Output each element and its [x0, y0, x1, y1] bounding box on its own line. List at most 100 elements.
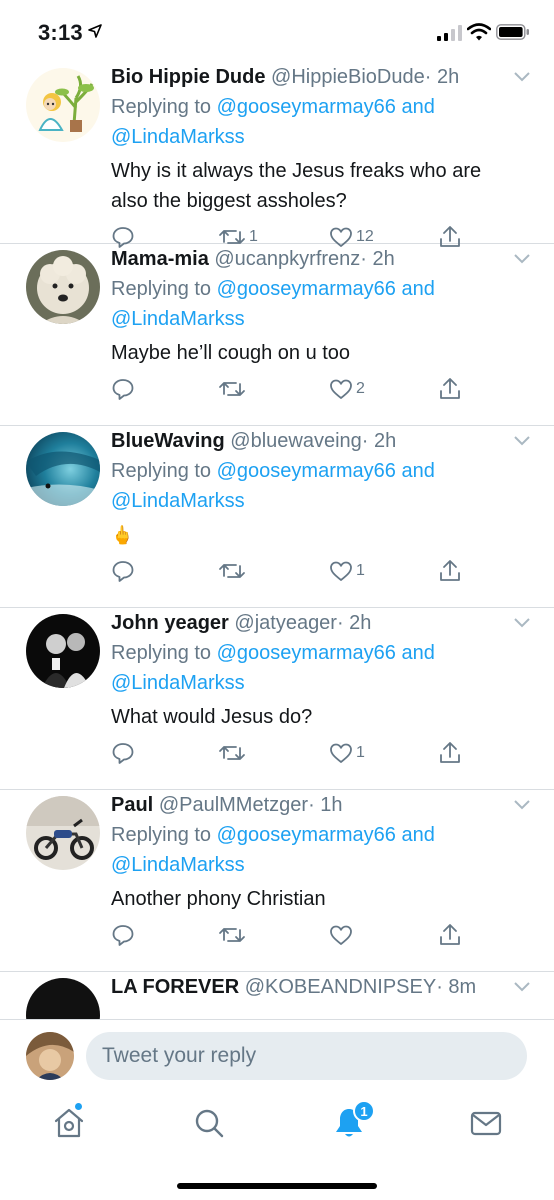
- share-icon: [440, 560, 460, 581]
- retweet-button[interactable]: [218, 920, 249, 950]
- timestamp: · 1h: [308, 794, 343, 816]
- replying-to: Replying to @gooseymarmay66 and @LindaMar…: [111, 824, 435, 876]
- tweet[interactable]: Mama-mia @ucanpkyrfrenz· 2h Replying to …: [0, 244, 554, 426]
- tweet-text: 🖕: [111, 525, 134, 545]
- tweet-actions: 1: [0, 738, 554, 768]
- chevron-down-icon[interactable]: [514, 982, 530, 992]
- mention-link[interactable]: @gooseymarmay66: [217, 642, 396, 664]
- chevron-down-icon[interactable]: [514, 618, 530, 628]
- chevron-down-icon[interactable]: [514, 254, 530, 264]
- timestamp: · 2h: [360, 248, 395, 270]
- tweet[interactable]: Bio Hippie Dude @HippieBioDude· 2h Reply…: [0, 62, 554, 248]
- mention-link[interactable]: @LindaMarkss: [111, 308, 245, 330]
- reply-composer: [0, 1019, 554, 1091]
- timestamp: · 2h: [424, 66, 460, 88]
- handle[interactable]: @ucanpkyrfrenz: [214, 248, 360, 270]
- tweet[interactable]: John yeager @jatyeager· 2h Replying to @…: [0, 608, 554, 790]
- retweet-icon: [219, 564, 245, 578]
- mention-link[interactable]: @gooseymarmay66: [217, 278, 396, 300]
- like-button[interactable]: 1: [329, 738, 365, 768]
- mention-link[interactable]: @LindaMarkss: [111, 672, 245, 694]
- reply-icon: [112, 379, 134, 400]
- timestamp: · 8m: [436, 976, 477, 998]
- avatar[interactable]: [26, 796, 100, 870]
- chevron-down-icon[interactable]: [514, 436, 530, 446]
- display-name[interactable]: LA FOREVER: [111, 976, 239, 998]
- tab-bar: 1: [0, 1091, 554, 1200]
- handle[interactable]: @jatyeager: [234, 612, 337, 634]
- replying-to: Replying to @gooseymarmay66 and @LindaMar…: [111, 96, 435, 148]
- share-icon: [440, 924, 460, 945]
- retweet-icon: [219, 746, 245, 760]
- share-button[interactable]: [438, 556, 462, 586]
- retweet-icon: [219, 382, 245, 396]
- avatar[interactable]: [26, 68, 100, 142]
- mention-link[interactable]: @gooseymarmay66: [217, 96, 396, 118]
- chevron-down-icon[interactable]: [514, 800, 530, 810]
- mail-icon[interactable]: [468, 1105, 504, 1141]
- tweet-text: Maybe he’ll cough on u too: [111, 342, 351, 364]
- retweet-button[interactable]: [218, 374, 249, 404]
- timestamp: · 2h: [361, 430, 397, 452]
- avatar[interactable]: [26, 250, 100, 324]
- mention-link[interactable]: @gooseymarmay66: [217, 460, 396, 482]
- notification-badge: 1: [353, 1100, 375, 1122]
- like-icon: [330, 561, 352, 581]
- share-button[interactable]: [438, 920, 462, 950]
- display-name[interactable]: Bio Hippie Dude: [111, 66, 265, 88]
- mention-link[interactable]: @LindaMarkss: [111, 490, 245, 512]
- reply-button[interactable]: [111, 920, 135, 950]
- retweet-button[interactable]: [218, 738, 249, 768]
- retweet-button[interactable]: [218, 556, 249, 586]
- like-count: 1: [356, 744, 365, 761]
- display-name[interactable]: Mama-mia: [111, 248, 209, 270]
- handle[interactable]: @KOBEANDNIPSEY: [245, 976, 436, 998]
- reply-icon: [112, 925, 134, 946]
- like-button[interactable]: 2: [329, 374, 365, 404]
- handle[interactable]: @bluewaveing: [230, 430, 362, 452]
- chevron-down-icon[interactable]: [514, 72, 530, 82]
- like-button[interactable]: [329, 920, 356, 950]
- display-name[interactable]: John yeager: [111, 612, 229, 634]
- mention-link[interactable]: @LindaMarkss: [111, 854, 245, 876]
- like-button[interactable]: 1: [329, 556, 365, 586]
- signal-icon: [437, 25, 462, 41]
- reply-button[interactable]: [111, 556, 135, 586]
- like-icon: [330, 743, 352, 763]
- location-arrow-icon: [88, 24, 102, 38]
- new-content-dot: [74, 1102, 83, 1111]
- tweet[interactable]: BlueWaving @bluewaveing· 2h Replying to …: [0, 426, 554, 608]
- handle[interactable]: @PaulMMetzger: [159, 794, 308, 816]
- wifi-icon: [467, 23, 491, 41]
- share-icon: [440, 742, 460, 763]
- avatar[interactable]: [26, 432, 100, 506]
- reply-button[interactable]: [111, 738, 135, 768]
- replying-to: Replying to @gooseymarmay66 and @LindaMar…: [111, 278, 435, 330]
- reply-button[interactable]: [111, 374, 135, 404]
- avatar[interactable]: [26, 978, 100, 1019]
- tweet[interactable]: Paul @PaulMMetzger· 1h Replying to @goos…: [0, 790, 554, 972]
- tweet-text: Why is it always the Jesus freaks who ar…: [111, 160, 482, 212]
- retweet-icon: [219, 928, 245, 942]
- mention-link[interactable]: @gooseymarmay66: [217, 824, 396, 846]
- timestamp: · 2h: [336, 612, 372, 634]
- share-button[interactable]: [438, 374, 462, 404]
- reply-icon: [112, 743, 134, 764]
- reply-input[interactable]: [86, 1032, 527, 1080]
- like-count: 2: [356, 380, 365, 397]
- handle[interactable]: @HippieBioDude: [271, 66, 425, 88]
- avatar[interactable]: [26, 614, 100, 688]
- like-icon: [330, 379, 352, 399]
- tweet-text: Another phony Christian: [111, 888, 326, 910]
- tweet-actions: 1: [0, 556, 554, 586]
- share-button[interactable]: [438, 738, 462, 768]
- search-icon[interactable]: [191, 1105, 227, 1141]
- avatar[interactable]: [26, 1032, 74, 1080]
- tweet[interactable]: LA FOREVER @KOBEANDNIPSEY· 8m: [0, 972, 554, 1019]
- home-icon[interactable]: [51, 1105, 87, 1141]
- home-indicator[interactable]: [177, 1183, 377, 1189]
- replies-feed[interactable]: Bio Hippie Dude @HippieBioDude· 2h Reply…: [0, 62, 554, 1019]
- display-name[interactable]: Paul: [111, 794, 153, 816]
- mention-link[interactable]: @LindaMarkss: [111, 126, 245, 148]
- display-name[interactable]: BlueWaving: [111, 430, 225, 452]
